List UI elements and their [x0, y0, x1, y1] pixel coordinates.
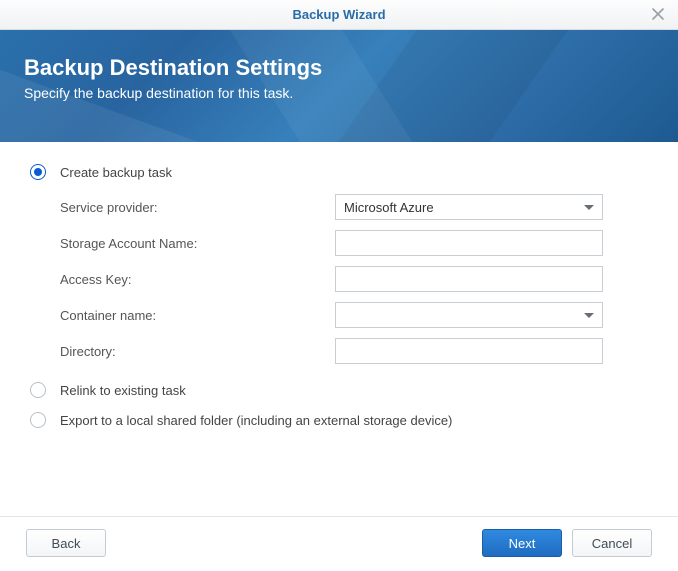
field-service-provider: Service provider: Microsoft Azure	[60, 194, 648, 220]
titlebar: Backup Wizard	[0, 0, 678, 30]
option-label: Relink to existing task	[60, 383, 186, 398]
storage-account-input[interactable]	[335, 230, 603, 256]
wizard-body: Create backup task Service provider: Mic…	[0, 142, 678, 428]
field-label: Service provider:	[60, 200, 335, 215]
option-export[interactable]: Export to a local shared folder (includi…	[30, 412, 648, 428]
radio-icon[interactable]	[30, 164, 46, 180]
window-title: Backup Wizard	[292, 7, 385, 22]
field-storage-account: Storage Account Name:	[60, 230, 648, 256]
create-backup-fields: Service provider: Microsoft Azure Storag…	[60, 194, 648, 364]
chevron-down-icon	[584, 313, 594, 318]
field-label: Directory:	[60, 344, 335, 359]
page-subtitle: Specify the backup destination for this …	[24, 85, 654, 101]
back-button[interactable]: Back	[26, 529, 106, 557]
close-icon[interactable]	[648, 4, 668, 24]
field-access-key: Access Key:	[60, 266, 648, 292]
page-title: Backup Destination Settings	[24, 55, 654, 81]
option-relink[interactable]: Relink to existing task	[30, 382, 648, 398]
select-value: Microsoft Azure	[344, 200, 434, 215]
field-label: Access Key:	[60, 272, 335, 287]
radio-icon[interactable]	[30, 412, 46, 428]
field-label: Storage Account Name:	[60, 236, 335, 251]
wizard-header: Backup Destination Settings Specify the …	[0, 30, 678, 142]
next-button[interactable]: Next	[482, 529, 562, 557]
radio-icon[interactable]	[30, 382, 46, 398]
option-create-backup[interactable]: Create backup task	[30, 164, 648, 180]
field-container-name: Container name:	[60, 302, 648, 328]
cancel-button[interactable]: Cancel	[572, 529, 652, 557]
field-label: Container name:	[60, 308, 335, 323]
field-directory: Directory:	[60, 338, 648, 364]
service-provider-select[interactable]: Microsoft Azure	[335, 194, 603, 220]
option-label: Export to a local shared folder (includi…	[60, 413, 452, 428]
chevron-down-icon	[584, 205, 594, 210]
wizard-footer: Back Next Cancel	[0, 516, 678, 571]
container-name-select[interactable]	[335, 302, 603, 328]
directory-input[interactable]	[335, 338, 603, 364]
access-key-input[interactable]	[335, 266, 603, 292]
option-label: Create backup task	[60, 165, 172, 180]
